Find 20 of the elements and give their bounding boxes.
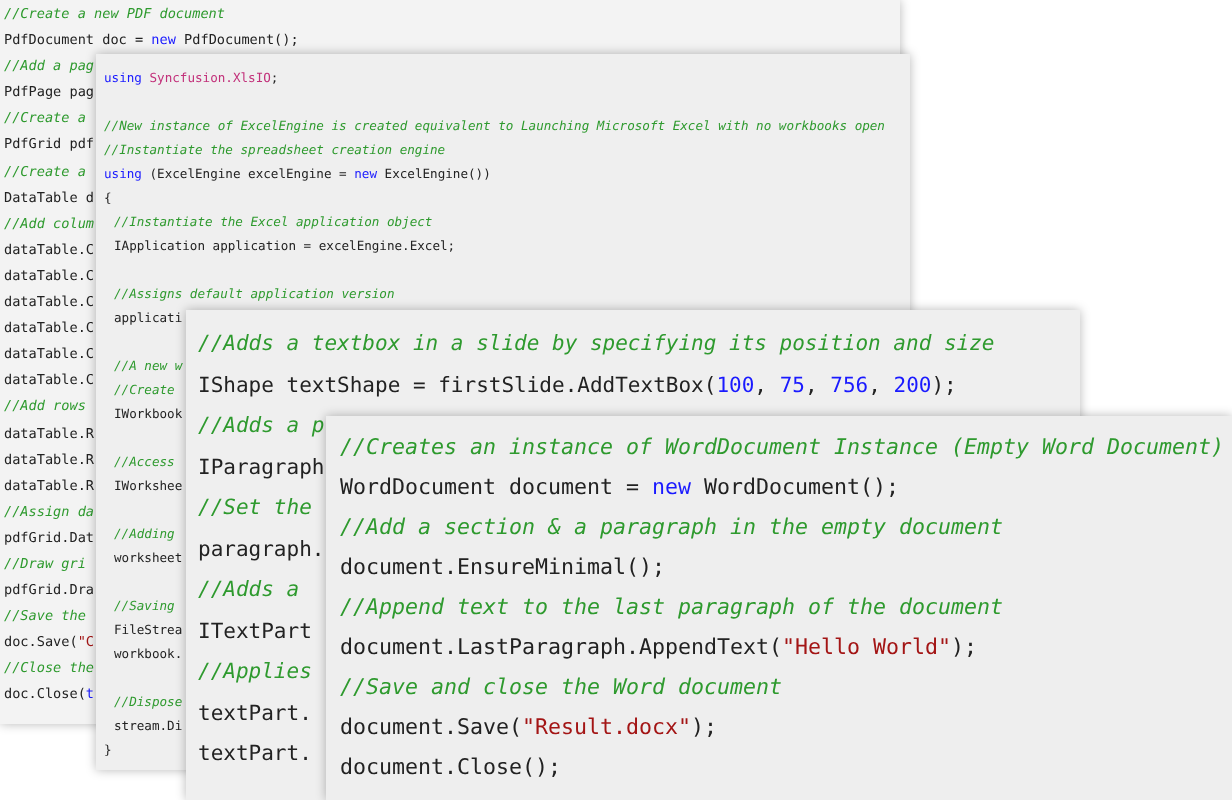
code-comment: //Adds a — [198, 576, 300, 606]
code-line: textPart. — [198, 699, 312, 729]
code-comment: //Applies — [198, 658, 312, 688]
code-line: paragraph. — [198, 535, 325, 565]
code-line: ITextPart — [198, 617, 312, 647]
code-comment: //Add a section & a paragraph in the empty document — [340, 512, 1004, 544]
code-comment: //Creates an instance of WordDocument Instance (Empty Word Document) — [340, 432, 1225, 464]
code-line: IShape textShape = firstSlide.AddTextBox(100, 75, 756, 200); — [198, 371, 957, 401]
code-line: document.EnsureMinimal(); — [340, 552, 666, 584]
code-comment: //Adds a textbox in a slide by specifying its position and size — [198, 330, 995, 360]
code-line: document.Save("Result.docx"); — [340, 712, 718, 744]
code-comment: //Adds a p — [198, 412, 325, 442]
code-comment: //Set the — [198, 494, 312, 524]
code-line: textPart. — [198, 740, 312, 770]
code-line: WordDocument document = new WordDocument(); — [340, 472, 900, 504]
code-comment: //Append text to the last paragraph of the document — [340, 592, 1004, 624]
code-line: document.Close(); — [340, 752, 562, 784]
code-comment: //Save and close the Word document — [340, 672, 783, 704]
code-line: document.LastParagraph.AppendText("Hello World"); — [340, 632, 978, 664]
code-line: IParagraph — [198, 453, 325, 483]
